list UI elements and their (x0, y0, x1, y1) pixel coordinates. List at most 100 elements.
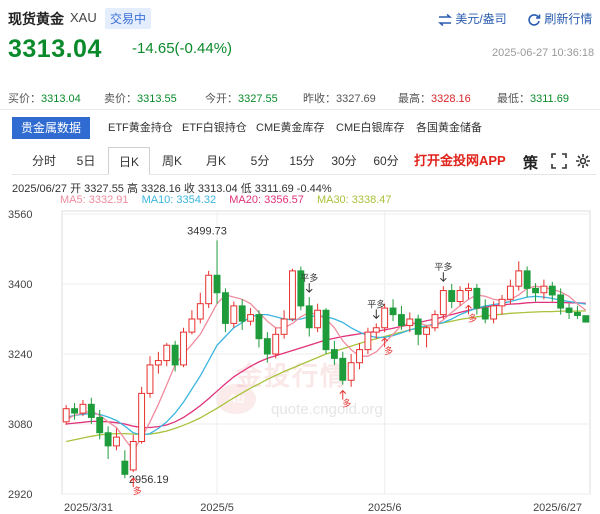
tab-etf-silver[interactable]: ETF白银持仓 (182, 117, 247, 139)
period-daily[interactable]: 日K (108, 147, 150, 175)
candle-body (230, 305, 238, 324)
candle-body (280, 318, 288, 335)
max-annotation: 3499.73 (187, 225, 227, 237)
candle-body (439, 290, 447, 316)
candle-body (490, 305, 498, 320)
candle-body (188, 318, 196, 333)
stat-label: 买价： (8, 93, 41, 105)
candle-body (96, 416, 104, 434)
period-15min[interactable]: 15分 (284, 147, 320, 175)
candle-body (532, 287, 539, 294)
candle-body (498, 298, 506, 307)
down-arrow-icon (439, 272, 447, 282)
stat-value: 3313.55 (137, 93, 177, 105)
candle-body (573, 311, 581, 316)
candle-body (196, 303, 204, 320)
x-tick-label: 2025/5 (200, 502, 234, 514)
period-30min[interactable]: 30分 (326, 147, 362, 175)
candlestick-chart[interactable]: 3560 3400 3240 3080 2920 2025/3/31 2025/5 2025/… (0, 205, 600, 514)
symbol-label: XAU (70, 10, 97, 25)
candle-body (372, 327, 380, 333)
down-arrow-icon (372, 309, 380, 320)
stat-value: 3313.04 (41, 93, 81, 105)
candle-body (397, 314, 405, 327)
period-60min[interactable]: 60分 (368, 147, 404, 175)
divider (0, 109, 600, 110)
candle-body (146, 364, 154, 394)
x-tick-label: 2025/6/27 (533, 502, 582, 514)
stat-label: 卖价： (104, 93, 137, 105)
candle-body (79, 403, 87, 414)
tab-etf-gold[interactable]: ETF黄金持仓 (108, 117, 173, 139)
period-5day[interactable]: 5日 (68, 147, 104, 175)
candle-body (113, 436, 120, 447)
candle-body (381, 307, 389, 329)
candle-body (389, 307, 397, 316)
candle-body (171, 344, 179, 366)
settings-icon[interactable] (575, 153, 591, 169)
candle-body (456, 290, 464, 302)
page-title: 现货黄金 (8, 11, 64, 27)
candle-body (448, 290, 456, 302)
long-signal: 多 (384, 345, 393, 357)
candle-body (121, 460, 129, 475)
candle-body (339, 357, 347, 381)
unit-switch-link[interactable]: 美元/盎司 (438, 10, 507, 27)
candle-body (523, 270, 531, 289)
y-tick-label: 3400 (8, 279, 32, 291)
flat-long-signal: 平多 (300, 272, 318, 284)
candle-body (238, 305, 246, 322)
x-tick-label: 2025/6 (368, 502, 402, 514)
refresh-link[interactable]: 刷新行情 (527, 10, 592, 27)
candle-body (540, 285, 548, 294)
y-tick-label: 3080 (8, 419, 32, 431)
candle-body (515, 270, 523, 287)
candle-body (565, 307, 573, 313)
stat-ask: 卖价：3313.55 (104, 90, 177, 106)
candle-body (205, 274, 213, 305)
stat-value: 3311.69 (530, 93, 569, 105)
stat-low: 最低：3311.69 (497, 90, 569, 106)
candle-body (180, 331, 187, 366)
unit-switch-label: 美元/盎司 (455, 12, 507, 26)
tab-gold-reserves[interactable]: 各国黄金储备 (416, 117, 482, 139)
period-tabs: 分时 5日 日K 周K 月K 5分 15分 30分 60分 打开金投网APP 策 (12, 147, 596, 175)
fullscreen-icon[interactable] (551, 153, 567, 169)
candle-body (356, 349, 363, 364)
candle-body (71, 408, 79, 414)
tab-precious-metals[interactable]: 贵金属数据 (12, 117, 91, 139)
candle-body (247, 314, 255, 322)
y-tick-label: 2920 (8, 489, 32, 501)
candle-body (104, 432, 112, 447)
period-weekly[interactable]: 周K (154, 147, 190, 175)
stat-bid: 买价：3313.04 (8, 90, 81, 106)
long-signal: 多 (342, 398, 351, 410)
long-signal: 多 (468, 312, 477, 324)
candle-body (506, 285, 514, 300)
candle-body (406, 318, 414, 327)
open-app-link[interactable]: 打开金投网APP (414, 147, 506, 175)
x-tick-label: 2025/3/31 (64, 502, 113, 514)
period-monthly[interactable]: 月K (198, 147, 234, 175)
candle-body (347, 362, 355, 381)
period-5min[interactable]: 5分 (244, 147, 276, 175)
price-change: -14.65(-0.44%) (132, 40, 233, 57)
quote-header: 现货黄金 XAU 交易中 美元/盎司 刷新行情 3313.04 -14.65(-… (0, 0, 600, 90)
candle-body (213, 274, 221, 294)
candle-body (322, 309, 330, 351)
candle-body (289, 270, 296, 320)
candle-body (138, 392, 146, 442)
candle-body (87, 403, 95, 418)
y-tick-label: 3560 (8, 209, 32, 221)
candle-body (330, 349, 338, 359)
candle-body (305, 305, 313, 329)
stats-bar: 买价：3313.04 卖价：3313.55 今开：3327.55 昨收：3327… (0, 86, 600, 108)
candle-body (62, 408, 70, 423)
stat-label: 昨收： (303, 93, 336, 105)
y-tick-label: 3240 (8, 349, 32, 361)
stat-label: 最低： (497, 93, 530, 105)
period-intraday[interactable]: 分时 (24, 147, 64, 175)
tab-cme-silver[interactable]: CME白银库存 (336, 117, 404, 139)
strategy-button[interactable]: 策 (523, 152, 538, 172)
tab-cme-gold[interactable]: CME黄金库存 (256, 117, 324, 139)
